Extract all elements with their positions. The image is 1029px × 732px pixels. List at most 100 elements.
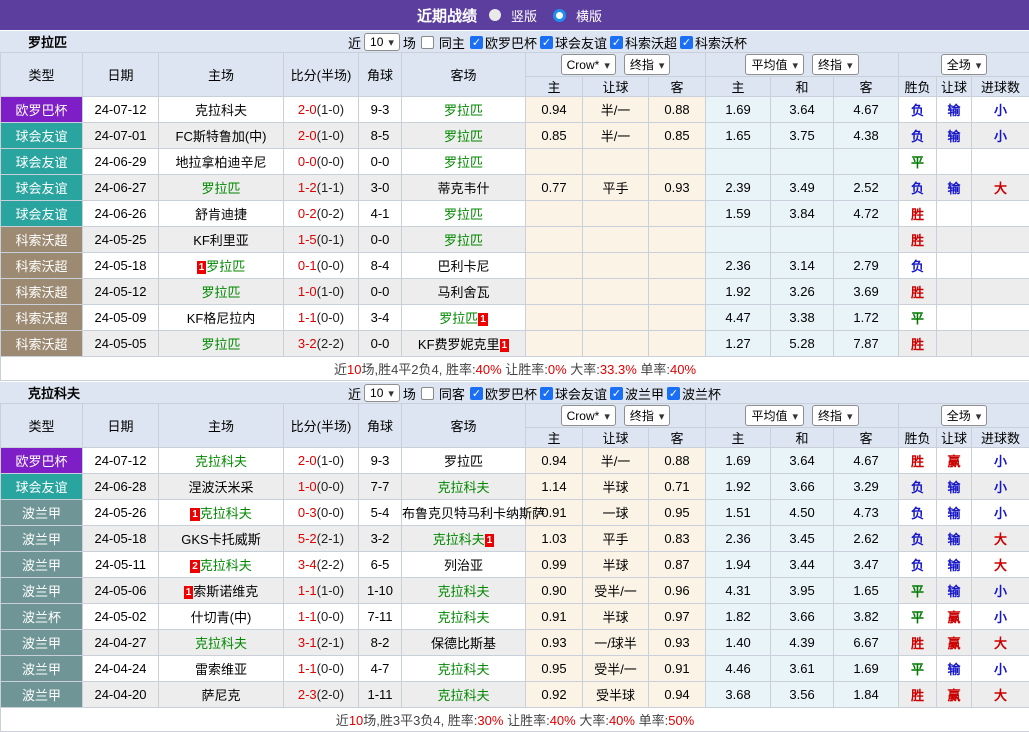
red-card-badge: 2: [190, 560, 200, 573]
summary-text: 40%: [550, 713, 576, 728]
avg-home: 1.51: [706, 500, 771, 526]
odds-handicap: 一/球半: [583, 630, 649, 656]
avg-source-select[interactable]: 平均值: [745, 54, 804, 75]
match-score: 1-1(0-0): [284, 656, 359, 682]
league-checkbox-4[interactable]: [680, 36, 693, 49]
odds-away: 0.71: [649, 474, 706, 500]
summary-text: 场,胜4平2负4, 胜率:: [361, 362, 475, 377]
fulltime-score: 1-2: [298, 180, 317, 195]
away-team: 克拉科夫: [402, 578, 526, 604]
avg-away: 3.82: [834, 604, 899, 630]
home-team-name: FC斯特鲁加(中): [176, 129, 267, 144]
halftime-score: (2-0): [317, 687, 344, 702]
red-card-badge: 1: [190, 508, 200, 521]
match-count-select[interactable]: 10: [364, 384, 400, 402]
scope-select[interactable]: 全场: [941, 54, 988, 75]
match-date: 24-05-25: [83, 227, 159, 253]
odds-company-select[interactable]: Crow*: [561, 54, 616, 75]
recent-results-title: 近期战绩: [417, 5, 477, 26]
col-result-handicap: 让球: [937, 428, 972, 448]
chevron-down-icon: [659, 409, 665, 423]
result-goals: 小: [972, 448, 1029, 474]
summary-text: 近: [336, 713, 349, 728]
away-team-name: 蒂克韦什: [437, 181, 489, 196]
same-venue-label[interactable]: 同客: [439, 384, 465, 403]
league-label-4[interactable]: 波兰杯: [682, 384, 721, 403]
home-team-name: KF利里亚: [193, 233, 249, 248]
league-label-2[interactable]: 球会友谊: [555, 33, 607, 52]
odds-away: 0.85: [649, 123, 706, 149]
away-team: 罗拉匹1: [402, 305, 526, 331]
league-label-3[interactable]: 科索沃超: [625, 33, 677, 52]
avg-stage-select[interactable]: 终指: [812, 54, 859, 75]
result-handicap: 赢: [937, 448, 972, 474]
corner-score: 1-11: [359, 682, 402, 708]
odds-stage-select[interactable]: 终指: [624, 54, 671, 75]
avg-source-select[interactable]: 平均值: [745, 405, 804, 426]
match-row: 球会友谊24-07-01FC斯特鲁加(中)2-0(1-0)8-5罗拉匹0.85半…: [1, 123, 1029, 149]
match-count-select[interactable]: 10: [364, 33, 400, 51]
home-team-name: 什切青(中): [191, 610, 252, 625]
league-checkbox-1[interactable]: [470, 36, 483, 49]
corner-score: 5-4: [359, 500, 402, 526]
scope-select[interactable]: 全场: [941, 405, 988, 426]
fulltime-score: 1-5: [298, 232, 317, 247]
horizontal-layout-radio[interactable]: [553, 9, 566, 22]
league-checkbox-4[interactable]: [667, 387, 680, 400]
away-team: 罗拉匹: [402, 97, 526, 123]
avg-away: 4.72: [834, 201, 899, 227]
corner-score: 4-1: [359, 201, 402, 227]
same-venue-checkbox[interactable]: [421, 387, 434, 400]
match-row: 科索沃超24-05-05罗拉匹3-2(2-2)0-0KF费罗妮克里11.275.…: [1, 331, 1029, 357]
league-label-2[interactable]: 球会友谊: [555, 384, 607, 403]
league-label-4[interactable]: 科索沃杯: [695, 33, 747, 52]
odds-home: 0.95: [526, 656, 583, 682]
same-venue-checkbox[interactable]: [421, 36, 434, 49]
league-label-1[interactable]: 欧罗巴杯: [485, 384, 537, 403]
league-checkbox-2[interactable]: [540, 36, 553, 49]
odds-away: 0.95: [649, 500, 706, 526]
match-row: 波兰甲24-05-18GKS卡托威斯5-2(2-1)3-2克拉科夫11.03平手…: [1, 526, 1029, 552]
league-label-3[interactable]: 波兰甲: [625, 384, 664, 403]
horizontal-layout-label[interactable]: 横版: [576, 6, 602, 25]
fulltime-score: 3-1: [298, 635, 317, 650]
away-team-name: 罗拉匹: [444, 207, 483, 222]
avg-stage-select[interactable]: 终指: [812, 405, 859, 426]
odds-company-value: Crow*: [567, 58, 600, 72]
fulltime-score: 2-0: [298, 453, 317, 468]
league-checkbox-2[interactable]: [540, 387, 553, 400]
avg-draw: 3.66: [771, 474, 834, 500]
odds-home: 0.77: [526, 175, 583, 201]
near-label: 近: [348, 384, 361, 403]
vertical-layout-radio[interactable]: [489, 9, 501, 21]
red-card-badge: 1: [197, 261, 207, 274]
odds-handicap: 半球: [583, 552, 649, 578]
match-date: 24-05-18: [83, 253, 159, 279]
odds-home: 0.93: [526, 630, 583, 656]
league-checkbox-1[interactable]: [470, 387, 483, 400]
away-team-name: 罗拉匹: [444, 129, 483, 144]
odds-away: 0.94: [649, 682, 706, 708]
league-checkbox-3[interactable]: [610, 387, 623, 400]
same-venue-label[interactable]: 同主: [439, 33, 465, 52]
away-team-name: 巴利卡尼: [437, 259, 489, 274]
odds-company-select[interactable]: Crow*: [561, 405, 616, 426]
odds-home: 0.85: [526, 123, 583, 149]
away-team: 罗拉匹: [402, 123, 526, 149]
vertical-layout-label[interactable]: 竖版: [511, 6, 537, 25]
col-result-goals: 进球数: [972, 428, 1029, 448]
odds-handicap: 平手: [583, 175, 649, 201]
league-checkbox-3[interactable]: [610, 36, 623, 49]
avg-draw: 3.14: [771, 253, 834, 279]
result-winloss: 胜: [899, 630, 937, 656]
avg-draw: 5.28: [771, 331, 834, 357]
chevron-down-icon: [847, 409, 853, 423]
odds-home: 0.91: [526, 604, 583, 630]
match-row: 球会友谊24-06-28涅波沃米采1-0(0-0)7-7克拉科夫1.14半球0.…: [1, 474, 1029, 500]
odds-stage-select[interactable]: 终指: [624, 405, 671, 426]
league-label-1[interactable]: 欧罗巴杯: [485, 33, 537, 52]
home-team-name: GKS卡托威斯: [181, 532, 260, 547]
match-score: 0-2(0-2): [284, 201, 359, 227]
halftime-score: (0-1): [317, 232, 344, 247]
away-team: 布鲁克贝特马利卡纳斯萨: [402, 500, 526, 526]
